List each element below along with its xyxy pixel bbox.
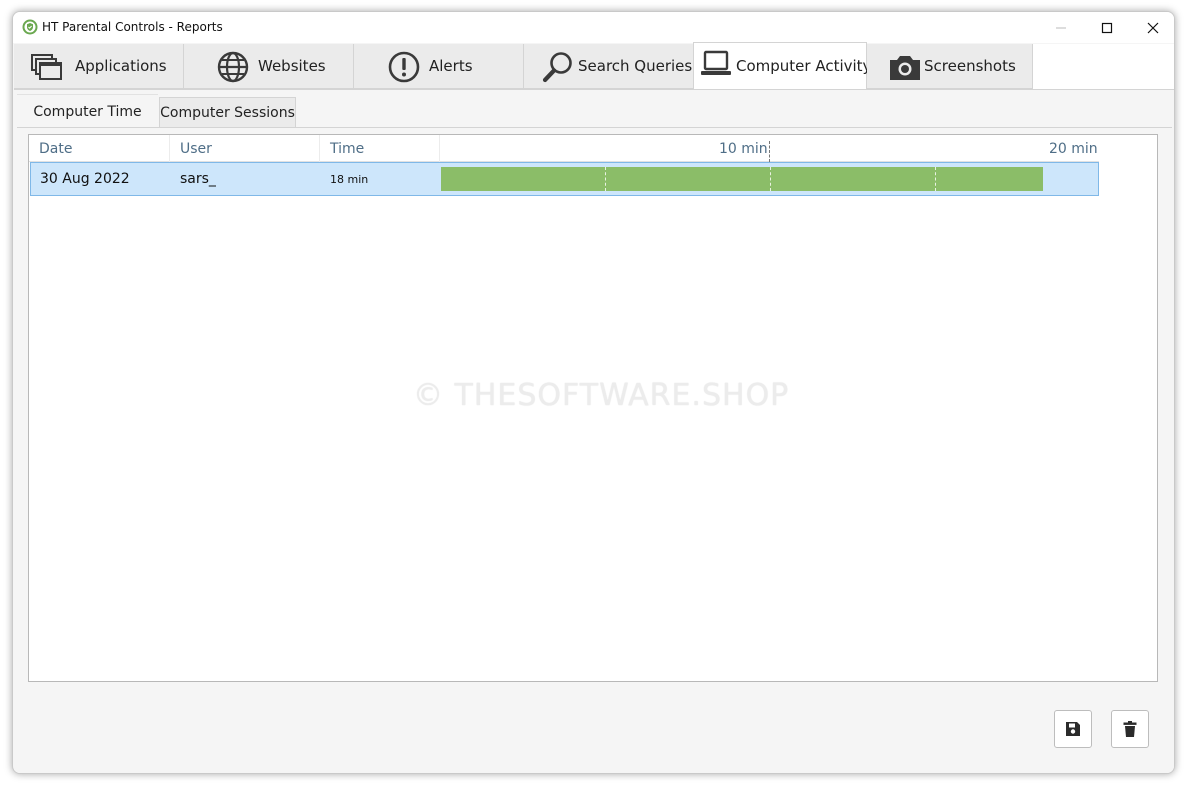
tab-alerts[interactable]: Alerts: [354, 44, 524, 89]
scale-label-10min: 10 min: [719, 141, 768, 157]
app-window: HT Parental Controls - Reports Applicati…: [12, 11, 1175, 774]
tab-label: Screenshots: [924, 57, 1016, 75]
close-button[interactable]: [1130, 12, 1174, 43]
table-row[interactable]: 30 Aug 2022 sars_ 18 min: [30, 162, 1099, 196]
tab-label: Websites: [258, 57, 326, 75]
shield-check-icon: [22, 19, 38, 35]
tab-label: Alerts: [429, 57, 473, 75]
maximize-button[interactable]: [1084, 12, 1130, 43]
close-icon: [1147, 22, 1159, 33]
column-header-label: User: [180, 140, 212, 157]
computer-time-list[interactable]: Date User Time 10 min 20 min 30 Aug 2022…: [28, 134, 1158, 682]
scale-tick: [769, 141, 770, 162]
minimize-icon: [1056, 27, 1066, 28]
subtab-computer-time[interactable]: Computer Time: [17, 94, 158, 128]
tab-label: Search Queries: [578, 57, 693, 75]
trash-icon: [1123, 721, 1137, 737]
floppy-disk-icon: [1066, 722, 1080, 736]
column-header-label: Time: [330, 140, 365, 157]
tab-computer-activity[interactable]: Computer Activity: [693, 42, 871, 89]
tab-websites[interactable]: Websites: [184, 44, 354, 89]
subtab-divider: [17, 127, 1172, 128]
tab-screenshots[interactable]: Screenshots: [867, 44, 1033, 89]
globe-icon: [216, 50, 250, 84]
exclamation-circle-icon: [387, 50, 421, 84]
tab-search-queries[interactable]: Search Queries: [524, 44, 694, 89]
table-header: Date User Time 10 min 20 min: [29, 135, 1099, 162]
minimize-button[interactable]: [1038, 12, 1084, 43]
scale-label-20min: 20 min: [1049, 141, 1098, 157]
window-title: HT Parental Controls - Reports: [42, 20, 223, 34]
save-button[interactable]: [1054, 710, 1092, 748]
row-time: 18 min: [330, 172, 369, 186]
windows-stack-icon: [30, 50, 64, 84]
title-bar[interactable]: HT Parental Controls - Reports: [13, 12, 1174, 43]
magnifier-icon: [541, 50, 575, 84]
column-header-label: Date: [39, 140, 73, 157]
maximize-icon: [1101, 22, 1113, 33]
tab-label: Computer Activity: [736, 57, 872, 75]
watermark: © THESOFTWARE.SHOP: [413, 378, 790, 413]
column-header-time[interactable]: Time: [320, 135, 440, 162]
row-date: 30 Aug 2022: [40, 171, 130, 187]
column-header-date[interactable]: Date: [29, 135, 170, 162]
report-content: Computer Time Computer Sessions Date Use…: [14, 89, 1174, 773]
row-user: sars_: [180, 171, 216, 187]
bar-grid-line: [935, 167, 936, 191]
delete-button[interactable]: [1111, 710, 1149, 748]
laptop-icon: [699, 48, 733, 82]
tab-label: Applications: [75, 57, 167, 75]
camera-icon: [888, 50, 922, 84]
column-header-user[interactable]: User: [170, 135, 320, 162]
bar-grid-line: [770, 167, 771, 191]
subtab-computer-sessions[interactable]: Computer Sessions: [159, 97, 296, 128]
tab-applications[interactable]: Applications: [14, 44, 184, 89]
bar-grid-line: [605, 167, 606, 191]
usage-bar: [441, 167, 1043, 191]
main-tab-bar: Applications Websites Alerts Search Quer…: [14, 42, 1174, 89]
